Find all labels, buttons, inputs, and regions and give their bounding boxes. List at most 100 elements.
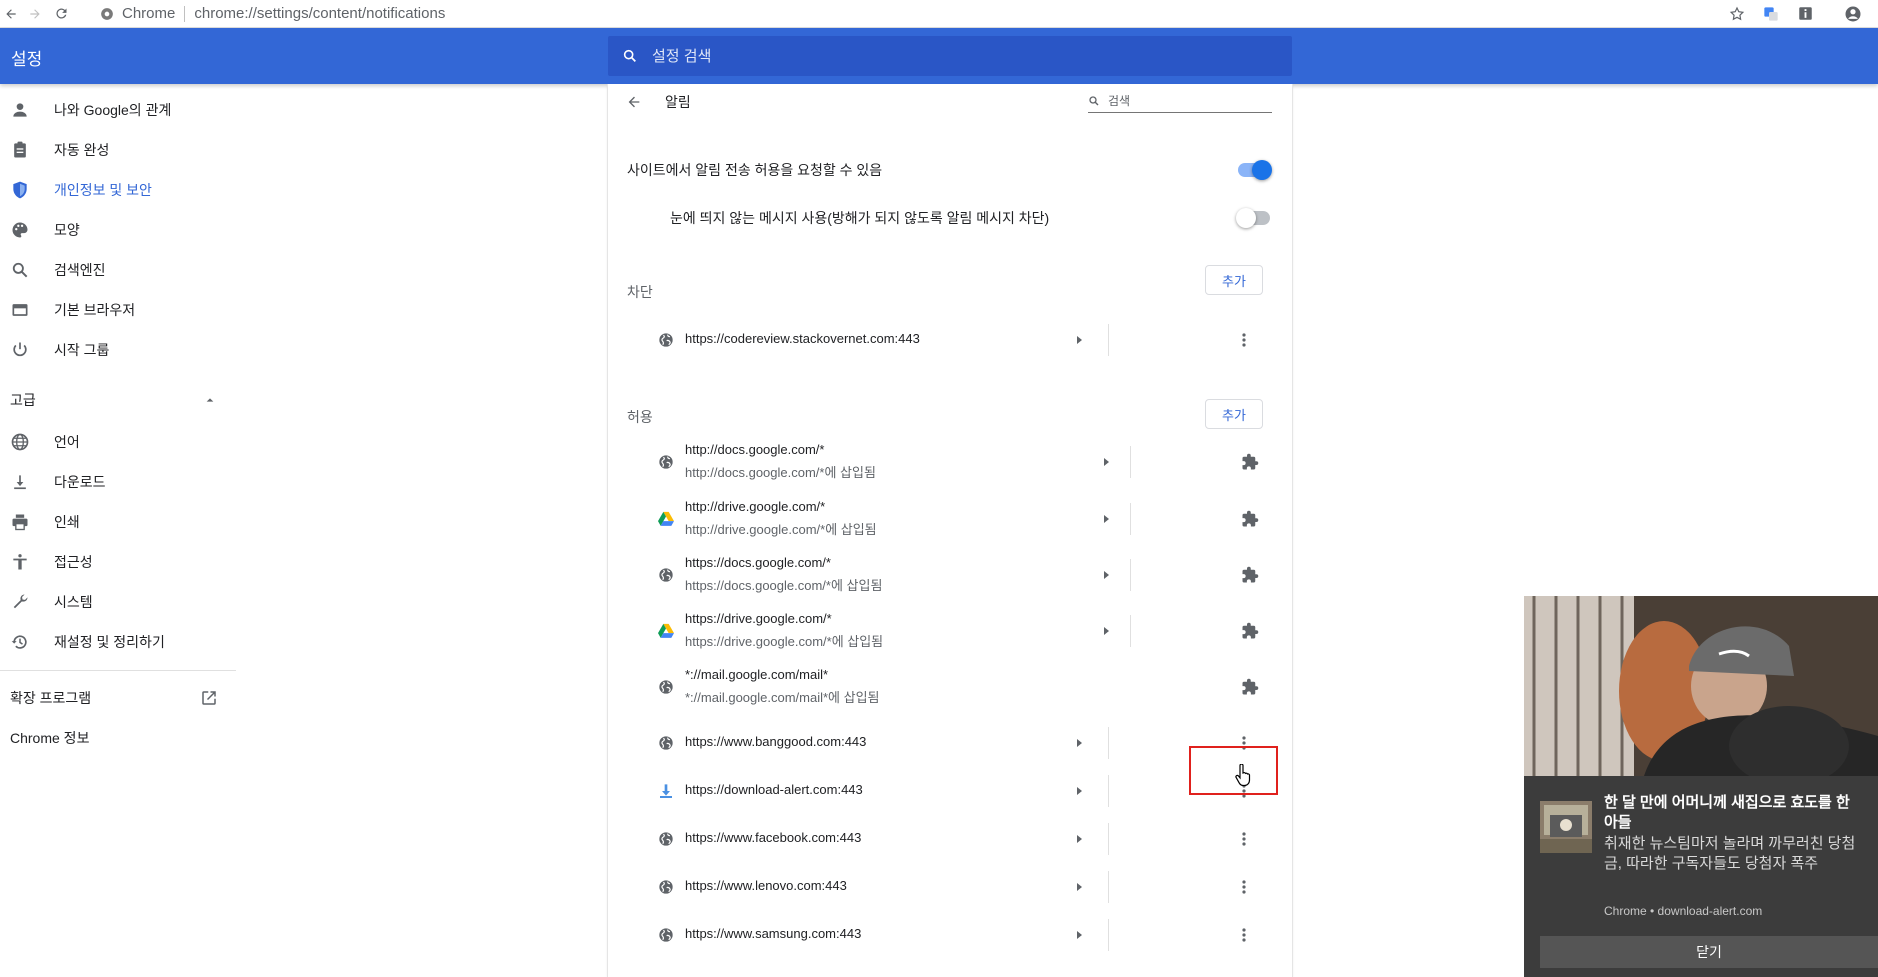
ask-toggle[interactable] [1238,160,1272,180]
row-divider [1108,775,1109,807]
row-divider [1130,503,1131,535]
site-label: Chrome [122,5,176,22]
sidebar-item-google[interactable]: 나와 Google의 관계 [0,90,240,130]
arrow-right-icon[interactable] [1077,739,1082,747]
sidebar-item-search-engine[interactable]: 검색엔진 [0,250,240,290]
info-extension-icon[interactable] [1794,0,1816,27]
site-embedded-label: https://docs.google.com/*에 삽입됨 [685,578,883,593]
address-bar[interactable]: Chrome chrome://settings/content/notific… [100,0,1720,27]
desktop-notification[interactable]: 한 달 만에 어머니께 새집으로 효도를 한 아들 취재한 뉴스팀마저 놀라며 … [1524,596,1878,977]
sidebar-item-label: 언어 [54,434,80,450]
palette-icon [10,220,30,240]
sidebar-item-label: 모양 [54,222,80,238]
ask-setting-label: 사이트에서 알림 전송 허용을 요청할 수 있음 [627,162,883,178]
allowed-site-row[interactable]: http://drive.google.com/* http://drive.g… [608,495,1292,542]
row-divider [1108,919,1109,951]
more-vert-icon[interactable] [1234,875,1254,899]
allowed-site-row[interactable]: http://docs.google.com/* http://docs.goo… [608,438,1292,485]
globe-icon [658,454,674,470]
more-vert-icon[interactable] [1234,328,1254,352]
search-icon [1088,95,1100,107]
sidebar-item-label: 재설정 및 정리하기 [54,634,165,650]
arrow-right-icon[interactable] [1077,787,1082,795]
sidebar-item-printing[interactable]: 인쇄 [0,502,240,542]
sidebar-item-about[interactable]: Chrome 정보 [0,718,240,758]
row-divider [1108,871,1109,903]
card-header: 알림 [608,84,1292,124]
globe-icon [658,879,674,895]
reload-icon[interactable] [50,0,72,27]
advanced-label: 고급 [10,392,36,408]
omnibox-divider [184,5,186,22]
site-url: https://www.lenovo.com:443 [685,878,847,893]
sidebar-item-reset[interactable]: 재설정 및 정리하기 [0,622,240,662]
notification-thumbnail [1540,801,1592,853]
arrow-right-icon[interactable] [1104,627,1109,635]
about-label: Chrome 정보 [10,730,90,746]
arrow-right-icon[interactable] [1104,515,1109,523]
settings-search[interactable] [608,36,1292,76]
browser-toolbar: Chrome chrome://settings/content/notific… [0,0,1878,28]
allowed-site-row[interactable]: https://www.facebook.com:443 [608,819,1292,859]
forward-arrow-icon[interactable] [24,0,46,27]
allowed-site-row[interactable]: https://www.lenovo.com:443 [608,867,1292,907]
chrome-logo-icon [100,7,114,21]
search-icon [622,48,638,64]
sidebar-item-appearance[interactable]: 모양 [0,210,240,250]
subpage-search[interactable] [1088,90,1272,113]
back-arrow-icon[interactable] [0,0,22,27]
sidebar-item-label: 기본 브라우저 [54,302,136,318]
sidebar-item-downloads[interactable]: 다운로드 [0,462,240,502]
chevron-up-icon [205,395,215,405]
arrow-right-icon[interactable] [1077,931,1082,939]
arrow-right-icon[interactable] [1104,571,1109,579]
back-arrow-icon[interactable] [626,94,642,115]
site-url: https://docs.google.com/* [685,555,831,570]
ask-setting-row: 사이트에서 알림 전송 허용을 요청할 수 있음 [627,158,1273,182]
puzzle-icon [1241,510,1259,533]
sidebar-item-startup[interactable]: 시작 그룹 [0,330,240,370]
settings-search-input[interactable] [650,46,1254,66]
sidebar-item-label: 시작 그룹 [54,342,110,358]
arrow-right-icon[interactable] [1104,458,1109,466]
site-embedded-label: *://mail.google.com/mail*에 삽입됨 [685,690,880,705]
arrow-right-icon[interactable] [1077,336,1082,344]
sidebar-item-default-browser[interactable]: 기본 브라우저 [0,290,240,330]
red-highlight-box [1189,746,1278,795]
drive-icon [658,623,674,638]
globe-icon [658,831,674,847]
translate-extension-icon[interactable] [1760,0,1782,27]
sidebar-divider [0,670,236,671]
allowed-site-row[interactable]: https://docs.google.com/* https://docs.g… [608,551,1292,598]
more-vert-icon[interactable] [1234,827,1254,851]
allowed-site-row[interactable]: *://mail.google.com/mail* *://mail.googl… [608,663,1292,710]
sidebar-item-extensions[interactable]: 확장 프로그램 [0,678,240,718]
allow-section-label: 허용 [627,409,653,425]
blocked-site-row[interactable]: https://codereview.stackovernet.com:443 [608,320,1292,360]
globe-icon [658,567,674,583]
advanced-toggle[interactable]: 고급 [0,380,240,420]
sidebar-item-languages[interactable]: 언어 [0,422,240,462]
notification-source: Chrome • download-alert.com [1604,904,1763,918]
account-avatar-icon[interactable] [1842,0,1864,27]
more-vert-icon[interactable] [1234,923,1254,947]
add-allow-button[interactable]: 추가 [1205,399,1263,429]
bookmark-star-icon[interactable] [1726,0,1748,27]
sidebar-item-autofill[interactable]: 자동 완성 [0,130,240,170]
sidebar-item-system[interactable]: 시스템 [0,582,240,622]
arrow-right-icon[interactable] [1077,883,1082,891]
external-link-icon [200,689,218,707]
quiet-toggle[interactable] [1236,208,1270,228]
sidebar-item-privacy[interactable]: 개인정보 및 보안 [0,170,240,210]
subpage-search-input[interactable] [1106,93,1260,109]
allowed-site-row[interactable]: https://drive.google.com/* https://drive… [608,607,1292,654]
allowed-site-row[interactable]: https://www.samsung.com:443 [608,915,1292,955]
add-block-button[interactable]: 추가 [1205,265,1263,295]
sidebar-item-label: 다운로드 [54,474,106,490]
subpage-title: 알림 [665,94,691,110]
arrow-right-icon[interactable] [1077,835,1082,843]
sidebar-item-accessibility[interactable]: 접근성 [0,542,240,582]
site-embedded-label: http://docs.google.com/*에 삽입됨 [685,465,876,480]
notification-close-button[interactable]: 닫기 [1540,936,1878,968]
quiet-setting-row: 눈에 띄지 않는 메시지 사용(방해가 되지 않도록 알림 메시지 차단) [670,206,1316,230]
